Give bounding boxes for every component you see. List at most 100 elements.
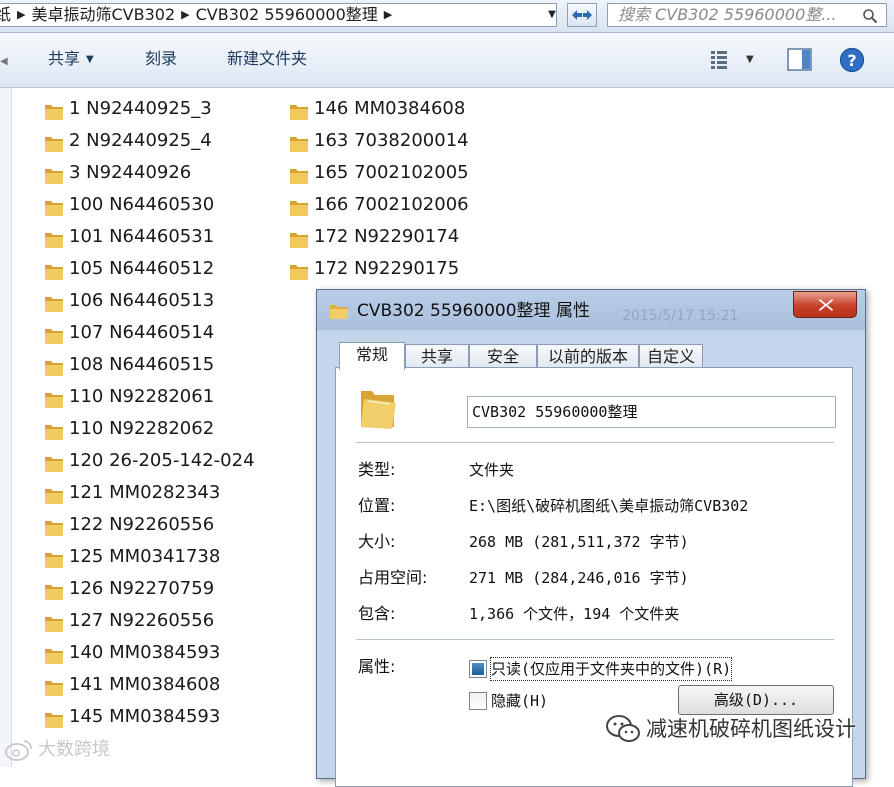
breadcrumb[interactable]: 纸▶美卓振动筛CVB302▶CVB302 55960000整理▶	[0, 3, 557, 27]
view-options-chevron-icon[interactable]: ▼	[746, 48, 754, 72]
folder-icon	[44, 612, 64, 644]
folder-name: 108 N64460515	[69, 354, 215, 375]
folder-icon	[44, 292, 64, 324]
folder-name: 172 N92290175	[314, 258, 460, 279]
folder-name: 172 N92290174	[314, 226, 460, 247]
folder-name: 146 MM0384608	[314, 98, 466, 119]
breadcrumb-item[interactable]: 美卓振动筛CVB302	[31, 4, 175, 26]
folder-name: 100 N64460530	[69, 194, 215, 215]
folder-icon	[44, 452, 64, 484]
view-list-icon[interactable]	[710, 49, 736, 71]
breadcrumb-separator-icon[interactable]: ▶	[11, 4, 31, 26]
tab-customize[interactable]: 自定义	[639, 344, 703, 368]
folder-icon	[44, 516, 64, 548]
folder-icon	[44, 580, 64, 612]
properties-dialog: CVB302 55960000整理 属性 2015/5/17 15:21 常规 …	[316, 289, 866, 787]
folder-name: 110 N92282062	[69, 418, 215, 439]
breadcrumb-item[interactable]: CVB302 55960000整理	[196, 4, 378, 26]
folder-icon	[289, 132, 309, 164]
folder-icon	[289, 260, 309, 292]
watermark-left-text: 大数跨境	[38, 739, 110, 760]
large-folder-icon	[361, 391, 396, 429]
new-folder-button[interactable]: 新建文件夹	[227, 47, 307, 71]
close-button[interactable]	[793, 291, 857, 318]
breadcrumb-separator-icon[interactable]: ▶	[175, 4, 195, 26]
watermark-left: 大数跨境	[4, 737, 110, 763]
folder-name: 140 MM0384593	[69, 642, 221, 663]
wechat-logo-icon	[606, 715, 640, 742]
tab-general[interactable]: 常规	[339, 342, 405, 370]
folder-icon	[44, 132, 64, 164]
folder-icon	[44, 196, 64, 228]
burn-button[interactable]: 刻录	[145, 47, 177, 71]
folder-name: 125 MM0341738	[69, 546, 221, 567]
folder-icon	[289, 100, 309, 132]
svg-text:?: ?	[847, 51, 856, 70]
tab-previous-versions[interactable]: 以前的版本	[537, 344, 639, 368]
folder-icon	[44, 420, 64, 452]
tab-security[interactable]: 安全	[469, 344, 537, 368]
folder-name: 145 MM0384593	[69, 706, 221, 727]
folder-name: 105 N64460512	[69, 258, 215, 279]
folder-name: 141 MM0384608	[69, 674, 221, 695]
weibo-logo-icon	[5, 740, 32, 761]
folder-name: 122 N92260556	[69, 514, 215, 535]
folder-name: 3 N92440926	[69, 162, 192, 183]
folder-icon	[44, 228, 64, 260]
folder-icon	[289, 164, 309, 196]
watermark-right: 减速机破碎机图纸设计	[604, 712, 856, 746]
folder-name: 1 N92440925_3	[69, 98, 212, 119]
new-folder-label: 新建文件夹	[227, 49, 308, 68]
burn-label: 刻录	[145, 49, 178, 68]
location-value: E:\图纸\破碎机图纸\美卓振动筛CVB302	[469, 497, 749, 515]
folder-name: 101 N64460531	[69, 226, 215, 247]
folder-icon	[330, 305, 348, 319]
refresh-button[interactable]	[567, 3, 597, 27]
folder-icon	[289, 196, 309, 228]
help-icon[interactable]: ?	[839, 47, 865, 73]
tab-sharing[interactable]: 共享	[405, 344, 469, 368]
command-bar: ◀ 共享 ▼ 刻录 新建文件夹 ▼ ?	[0, 33, 894, 88]
folder-name: 107 N64460514	[69, 322, 215, 343]
type-label: 类型:	[358, 460, 396, 479]
hidden-label[interactable]: 隐藏(H)	[491, 690, 548, 712]
folder-name: 166 7002102006	[314, 194, 469, 215]
dialog-title: CVB302 55960000整理 属性	[357, 301, 590, 321]
folder-name: 165 7002102005	[314, 162, 469, 183]
location-label: 位置:	[358, 496, 396, 515]
folder-name: 163 7038200014	[314, 130, 469, 151]
folder-name: 120 26-205-142-024	[69, 450, 255, 471]
attributes-label: 属性:	[358, 657, 396, 676]
folder-icon	[44, 260, 64, 292]
search-input[interactable]: 搜索 CVB302 55960000整...	[607, 3, 887, 27]
navigation-pane-edge[interactable]	[0, 88, 12, 767]
address-bar: 纸▶美卓振动筛CVB302▶CVB302 55960000整理▶ ▼ 搜索 CV…	[0, 0, 894, 33]
folder-name-field[interactable]: CVB302 55960000整理	[467, 396, 836, 428]
folder-name: 127 N92260556	[69, 610, 215, 631]
readonly-checkbox[interactable]	[469, 660, 487, 678]
size-label: 大小:	[358, 532, 396, 551]
address-dropdown-icon[interactable]: ▼	[541, 4, 563, 26]
breadcrumb-item[interactable]: 纸	[0, 4, 11, 26]
type-value: 文件夹	[469, 461, 515, 479]
hidden-checkbox[interactable]	[469, 692, 487, 710]
breadcrumb-separator-icon[interactable]: ▶	[378, 4, 398, 26]
folder-icon	[44, 548, 64, 580]
share-button[interactable]: 共享 ▼	[48, 47, 94, 72]
refresh-icon	[572, 10, 592, 20]
readonly-label[interactable]: 只读(仅应用于文件夹中的文件)(R)	[489, 657, 733, 681]
preview-pane-icon[interactable]	[787, 48, 813, 72]
folder-icon	[44, 676, 64, 708]
size-on-disk-value: 271 MB (284,246,016 字节)	[469, 569, 689, 587]
folder-icon	[44, 164, 64, 196]
search-icon[interactable]	[862, 8, 878, 24]
folder-name: 110 N92282061	[69, 386, 215, 407]
advanced-button[interactable]: 高级(D)...	[678, 685, 834, 715]
contains-value: 1,366 个文件，194 个文件夹	[469, 605, 680, 623]
size-on-disk-label: 占用空间:	[358, 568, 428, 587]
folder-icon	[44, 484, 64, 516]
watermark-right-text: 减速机破碎机图纸设计	[646, 717, 856, 741]
folder-name: 121 MM0282343	[69, 482, 221, 503]
close-icon	[819, 299, 833, 311]
folder-icon	[44, 708, 64, 740]
